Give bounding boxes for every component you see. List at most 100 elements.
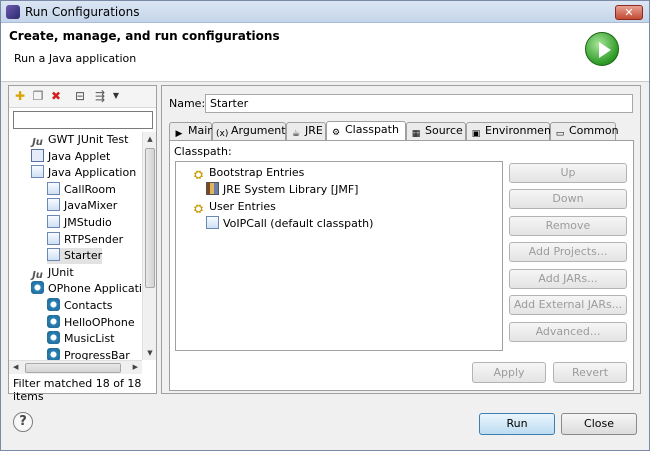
config-tree-label: Starter <box>64 249 103 263</box>
config-tree-item[interactable]: Java Applet <box>31 148 110 165</box>
config-tree-label: Java Application <box>48 166 137 180</box>
help-icon[interactable]: ? <box>13 412 33 432</box>
duplicate-config-icon[interactable]: ❐ <box>31 89 45 103</box>
tab-label: Classpath <box>345 123 399 136</box>
junit-icon: Ju <box>32 269 43 281</box>
tab-label: JRE <box>305 124 323 137</box>
java-config-icon <box>47 198 60 212</box>
config-tree-label: ProgressBar <box>64 348 130 360</box>
config-tree-label: HelloOPhone <box>64 315 135 329</box>
classpath-entry[interactable]: ⛭ User Entries <box>192 199 276 215</box>
dialog-header: Create, manage, and run configurations R… <box>1 23 649 82</box>
scroll-left-icon[interactable]: ◀ <box>13 363 18 371</box>
scrollbar-thumb[interactable] <box>145 148 155 288</box>
add-projects-button[interactable]: Add Projects... <box>509 242 627 262</box>
config-tree-item[interactable]: RTPSender <box>47 231 123 248</box>
add-jars-button[interactable]: Add JARs... <box>509 269 627 289</box>
config-tree-label: CallRoom <box>64 182 116 196</box>
config-tree-item[interactable]: MusicList <box>47 331 115 347</box>
new-config-icon[interactable]: ✚ <box>13 89 27 103</box>
filter-input[interactable] <box>13 111 153 129</box>
classpath-entry[interactable]: VoIPCall (default classpath) <box>206 216 373 232</box>
java-config-icon <box>47 248 60 262</box>
configuration-editor-panel: Name: ▶ Main(x)Arguments☕ JRE ⚙ Classpath ▦ So… <box>161 85 641 394</box>
close-window-button[interactable]: ✕ <box>615 5 643 20</box>
filter-icon[interactable]: ⇶ <box>93 89 107 103</box>
config-tree-item[interactable]: Contacts <box>47 298 113 314</box>
config-tree-item[interactable]: Java Application <box>31 165 136 181</box>
remove-button[interactable]: Remove <box>509 216 627 236</box>
classpath-label: Classpath: <box>174 145 232 158</box>
config-tree-item[interactable]: OPhone Applicatio <box>31 281 142 297</box>
scroll-down-icon[interactable]: ▼ <box>146 349 154 357</box>
entries-icon: ⛭ <box>194 168 203 181</box>
entries-icon: ⛭ <box>194 202 203 215</box>
config-tree-item[interactable]: ProgressBar <box>47 347 130 360</box>
config-tree-item[interactable]: JavaMixer <box>47 198 117 214</box>
tab-arguments[interactable]: (x) Arguments <box>212 122 291 140</box>
header-title: Create, manage, and run configurations <box>9 29 280 43</box>
config-tree-item[interactable]: Ju JUnit <box>31 265 74 281</box>
classpath-tab-icon: ⚙ <box>331 128 341 138</box>
scroll-up-icon[interactable]: ▲ <box>146 135 154 143</box>
run-button[interactable]: Run <box>479 413 555 435</box>
source-tab-icon: ▦ <box>411 129 421 139</box>
junit-icon: Ju <box>32 137 43 148</box>
advanced-button[interactable]: Advanced... <box>509 322 627 342</box>
eclipse-icon <box>6 5 20 19</box>
delete-config-icon[interactable]: ✖ <box>49 89 63 103</box>
window-title: Run Configurations <box>25 5 140 19</box>
config-tree-item[interactable]: JMStudio <box>47 215 112 231</box>
config-tree-item[interactable]: Starter <box>47 248 103 265</box>
scroll-right-icon[interactable]: ▶ <box>133 363 138 371</box>
config-tree-label: JUnit <box>48 265 74 279</box>
library-icon <box>206 182 219 195</box>
tree-vertical-scrollbar[interactable]: ▲ ▼ <box>142 132 156 360</box>
main-tab-icon: ▶ <box>175 129 183 139</box>
apply-button[interactable]: Apply <box>472 362 546 383</box>
tab-environment[interactable]: ▣ Environment <box>466 122 555 140</box>
config-tree-item[interactable]: HelloOPhone <box>47 314 135 331</box>
tab-jre[interactable]: ☕ JRE <box>286 122 326 140</box>
tab-source[interactable]: ▦ Source <box>406 122 466 140</box>
classpath-entry-label: User Entries <box>209 200 276 213</box>
up-button[interactable]: Up <box>509 163 627 183</box>
title-bar: Run Configurations ✕ <box>1 1 649 23</box>
tab-label: Environment <box>485 124 556 137</box>
config-tree-item[interactable]: CallRoom <box>47 181 116 198</box>
ophone-icon <box>31 281 44 295</box>
add-external-jars-button[interactable]: Add External JARs... <box>509 295 627 315</box>
run-configurations-window: Run Configurations ✕ Create, manage, and… <box>0 0 650 451</box>
revert-button[interactable]: Revert <box>553 362 627 383</box>
arguments-tab-icon: (x) <box>216 129 229 139</box>
collapse-all-icon[interactable]: ⊟ <box>73 89 87 103</box>
chevron-down-icon[interactable]: ▼ <box>109 89 123 103</box>
jre-tab-icon: ☕ <box>291 129 301 139</box>
name-field[interactable] <box>205 94 633 113</box>
scrollbar-thumb[interactable] <box>25 363 121 373</box>
config-tree: Ju GWT JUnit Test Java Applet Java Applicat… <box>9 132 142 360</box>
tab-main[interactable]: ▶ Main <box>169 122 215 140</box>
classpath-entry[interactable]: ⛭ Bootstrap Entries <box>192 165 304 181</box>
tree-horizontal-scrollbar[interactable]: ◀ ▶ <box>9 360 142 374</box>
ophone-icon <box>47 331 60 345</box>
tab-label: Main <box>188 124 215 137</box>
classpath-tab-content: Classpath: ⛭ Bootstrap Entries JRE System … <box>169 140 634 391</box>
common-tab-icon: ▭ <box>555 129 565 139</box>
environment-tab-icon: ▣ <box>471 129 481 139</box>
classpath-tree: ⛭ Bootstrap Entries JRE System Library [JM… <box>175 161 503 351</box>
classpath-entry-label: Bootstrap Entries <box>209 166 305 179</box>
tab-common[interactable]: ▭ Common <box>550 122 619 140</box>
config-tree-label: MusicList <box>64 332 115 346</box>
close-button[interactable]: Close <box>561 413 637 435</box>
classpath-entry-label: VoIPCall (default classpath) <box>223 217 374 230</box>
config-tree-item[interactable]: Ju GWT JUnit Test <box>31 132 128 148</box>
config-tree-label: JMStudio <box>64 216 112 229</box>
filter-status: Filter matched 18 of 18 items <box>13 377 142 403</box>
classpath-entry[interactable]: JRE System Library [JMF] <box>206 182 358 198</box>
down-button[interactable]: Down <box>509 189 627 209</box>
tab-classpath[interactable]: ⚙ Classpath <box>326 121 406 141</box>
ophone-icon <box>47 347 60 360</box>
applet-icon <box>31 148 44 162</box>
header-subtitle: Run a Java application <box>14 52 137 65</box>
